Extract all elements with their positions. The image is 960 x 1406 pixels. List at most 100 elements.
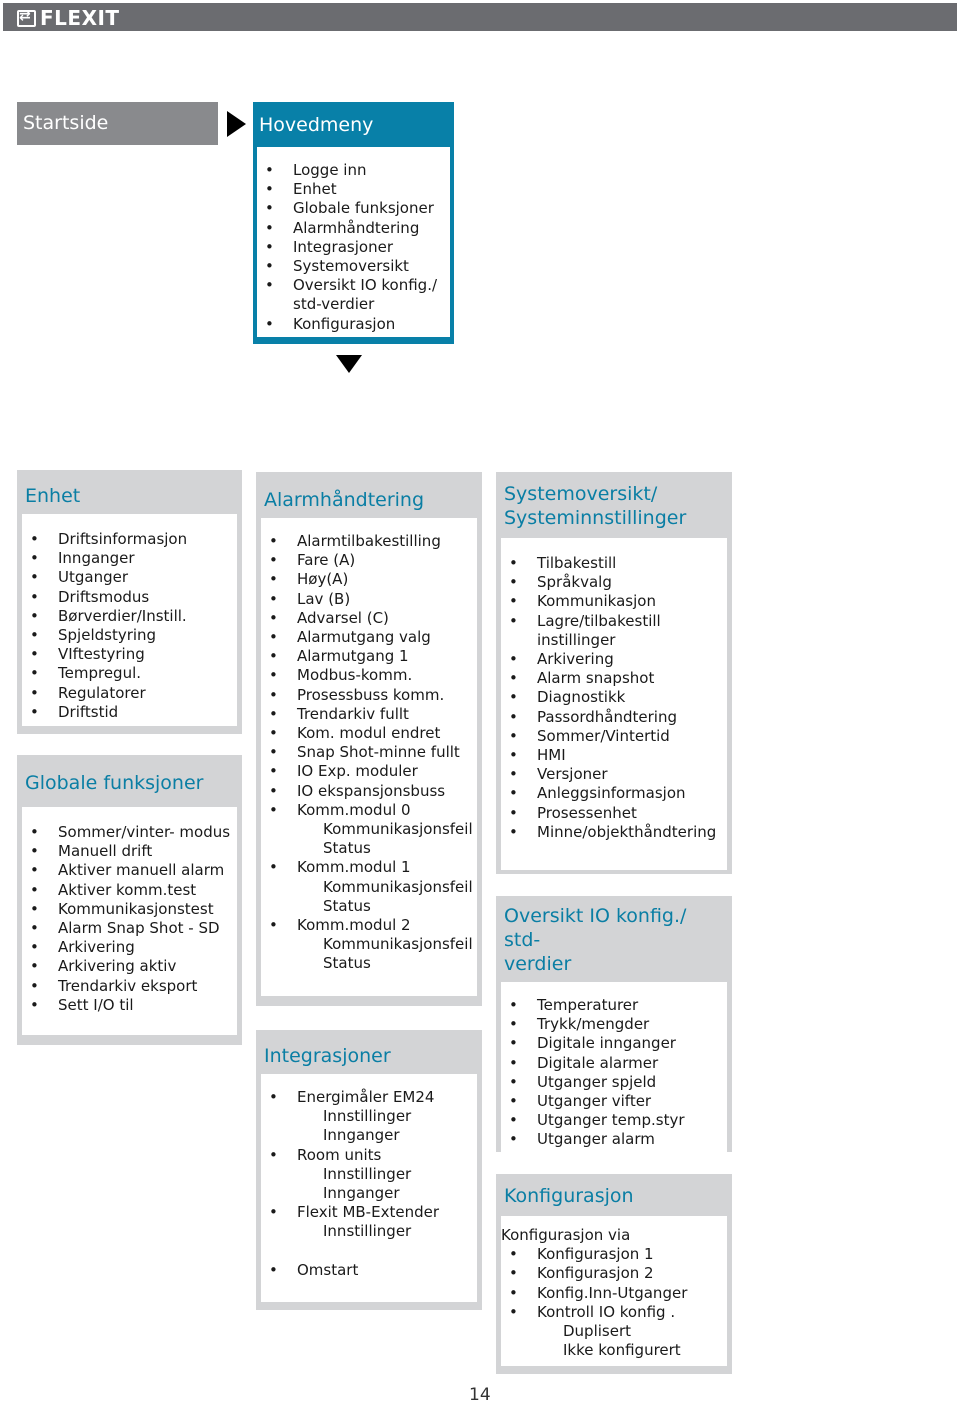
bullet-icon: • (30, 899, 39, 918)
list-item-label: Systemoversikt (293, 257, 409, 276)
list-item: • HMI (501, 746, 727, 765)
list-subitem: Innstillinger (323, 1107, 412, 1126)
list-item: • Alarm Snap Shot - SD (22, 919, 237, 938)
header-bar: FLEXIT (3, 3, 957, 31)
bullet-icon: • (30, 842, 39, 861)
bullet-icon: • (30, 683, 39, 702)
integrasjoner-box: Integrasjoner • Energimåler EM24 Innstilli… (256, 1030, 482, 1310)
list-item-label: Prosessenhet (537, 803, 637, 822)
list-item-label: Logge inn (293, 161, 367, 179)
list-item-label: Energimåler EM24 (297, 1088, 435, 1106)
list-item-label: Passordhåndtering (537, 707, 677, 726)
list-item-label: Manuell drift (58, 842, 153, 861)
bullet-icon: • (30, 645, 39, 664)
bullet-icon: • (509, 1092, 518, 1111)
oversikt-list: • Temperaturer • Trykk/mengder • Digitale inn… (501, 996, 727, 1150)
list-item: • Utganger vifter (501, 1092, 727, 1111)
list-item: • Versjoner (501, 765, 727, 784)
list-item: • Driftsmodus (22, 588, 237, 607)
list-item: • Enhet (257, 180, 450, 199)
list-item-label: Alarmutgang valg (297, 628, 431, 647)
enhet-list: • Driftsinformasjon • Innganger • Utganger • Dr… (22, 530, 237, 722)
list-item: • Tilbakestill (501, 554, 727, 573)
bullet-icon: • (509, 1111, 518, 1130)
bullet-icon: • (30, 549, 39, 568)
list-item: • Arkivering (22, 938, 237, 957)
bullet-icon: • (269, 570, 278, 589)
list-item: • Modbus-komm. (261, 666, 477, 685)
list-item-label: Trendarkiv eksport (58, 976, 198, 995)
bullet-icon: • (509, 996, 518, 1014)
list-item: • Tempregul. (22, 664, 237, 683)
system-title-line2: Systeminnstillinger (504, 507, 687, 529)
system-title: Systemoversikt/ Systeminnstillinger (501, 472, 727, 538)
list-subitem: Status (323, 896, 371, 915)
list-item-label: Lagre/tilbakestill (537, 611, 661, 630)
bullet-icon: • (265, 276, 274, 295)
list-item: • Aktiver komm.test (22, 881, 237, 900)
list-item-label: Trendarkiv fullt (297, 704, 409, 723)
list-item-label: Regulatorer (58, 683, 146, 702)
list-subitem: Ikke konfigurert (563, 1341, 681, 1360)
list-item: • Energimåler EM24 Innstillinger Innganger (261, 1088, 477, 1146)
list-item-label: Kommunikasjonstest (58, 899, 214, 918)
list-item: • Fare (A) (261, 551, 477, 570)
list-item-label: Kom. modul endret (297, 724, 441, 743)
list-item-label: Driftsmodus (58, 587, 150, 606)
list-item-label: Digitale innganger (537, 1034, 676, 1053)
list-item-label: Aktiver komm.test (58, 880, 197, 899)
bullet-icon: • (269, 532, 278, 550)
list-item: • Regulatorer (22, 684, 237, 703)
list-item-label: Konfigurasjon 1 (537, 1245, 654, 1264)
list-item: • Trendarkiv eksport (22, 977, 237, 996)
list-item: • Prosessbuss komm. (261, 686, 477, 705)
list-item: • Alarmutgang valg (261, 628, 477, 647)
list-item: • IO Exp. moduler (261, 762, 477, 781)
bullet-icon: • (509, 1015, 518, 1034)
list-item-label: Språkvalg (537, 573, 612, 592)
list-item-label: Enhet (293, 180, 337, 199)
bullet-icon: • (509, 1264, 518, 1283)
list-item-label: Konfigurasjon (293, 314, 396, 333)
list-subitem: Kommunikasjonsfeil (323, 877, 473, 896)
list-subitem: Innganger (323, 1184, 400, 1203)
list-item-label: Flexit MB-Extender (297, 1203, 439, 1222)
list-item: • Manuell drift (22, 842, 237, 861)
list-item: • Passordhåndtering (501, 708, 727, 727)
list-item-label: Aktiver manuell alarm (58, 861, 225, 880)
list-item-label: Digitale alarmer (537, 1053, 659, 1072)
list-item: • Flexit MB-Extender Innstillinger (261, 1203, 477, 1241)
list-item-label: Arkivering (58, 938, 135, 957)
list-item-label: Børverdier/Instill. (58, 606, 187, 625)
list-item-label: Fare (A) (297, 551, 356, 570)
list-item: • Alarm snapshot (501, 669, 727, 688)
bullet-icon: • (509, 669, 518, 688)
oversikt-title-line2: verdier (504, 953, 572, 975)
bullet-icon: • (269, 704, 278, 723)
bullet-icon: • (30, 606, 39, 625)
list-item: • Arkivering aktiv (22, 957, 237, 976)
bullet-icon: • (509, 1034, 518, 1053)
list-item: • Advarsel (C) (261, 609, 477, 628)
enhet-title: Enhet (25, 485, 81, 507)
list-item-label: Komm.modul 1 (297, 858, 411, 877)
list-item: • Språkvalg (501, 573, 727, 592)
list-item-label: Driftstid (58, 702, 119, 721)
system-list: • Tilbakestill • Språkvalg • Kommunikasjon • La… (501, 554, 727, 842)
list-item-label: Versjoner (537, 765, 608, 784)
list-item: • Komm.modul 2 Kommunikasjonsfeil Status (261, 916, 477, 974)
list-item-label: Alarmtilbakestilling (297, 532, 441, 550)
bullet-icon: • (269, 858, 278, 877)
list-item: • Kommunikasjon (501, 592, 727, 611)
list-item-label: IO Exp. moduler (297, 762, 418, 781)
list-item: • Anleggsinformasjon (501, 784, 727, 803)
bullet-icon: • (30, 823, 39, 841)
bullet-icon: • (269, 628, 278, 647)
list-item: • Høy(A) (261, 570, 477, 589)
bullet-icon: • (269, 781, 278, 800)
bullet-icon: • (509, 1283, 518, 1302)
list-item: • Logge inn (257, 161, 450, 180)
bullet-icon: • (265, 314, 274, 333)
list-item-label: Room units (297, 1145, 382, 1164)
bullet-icon: • (265, 237, 274, 256)
